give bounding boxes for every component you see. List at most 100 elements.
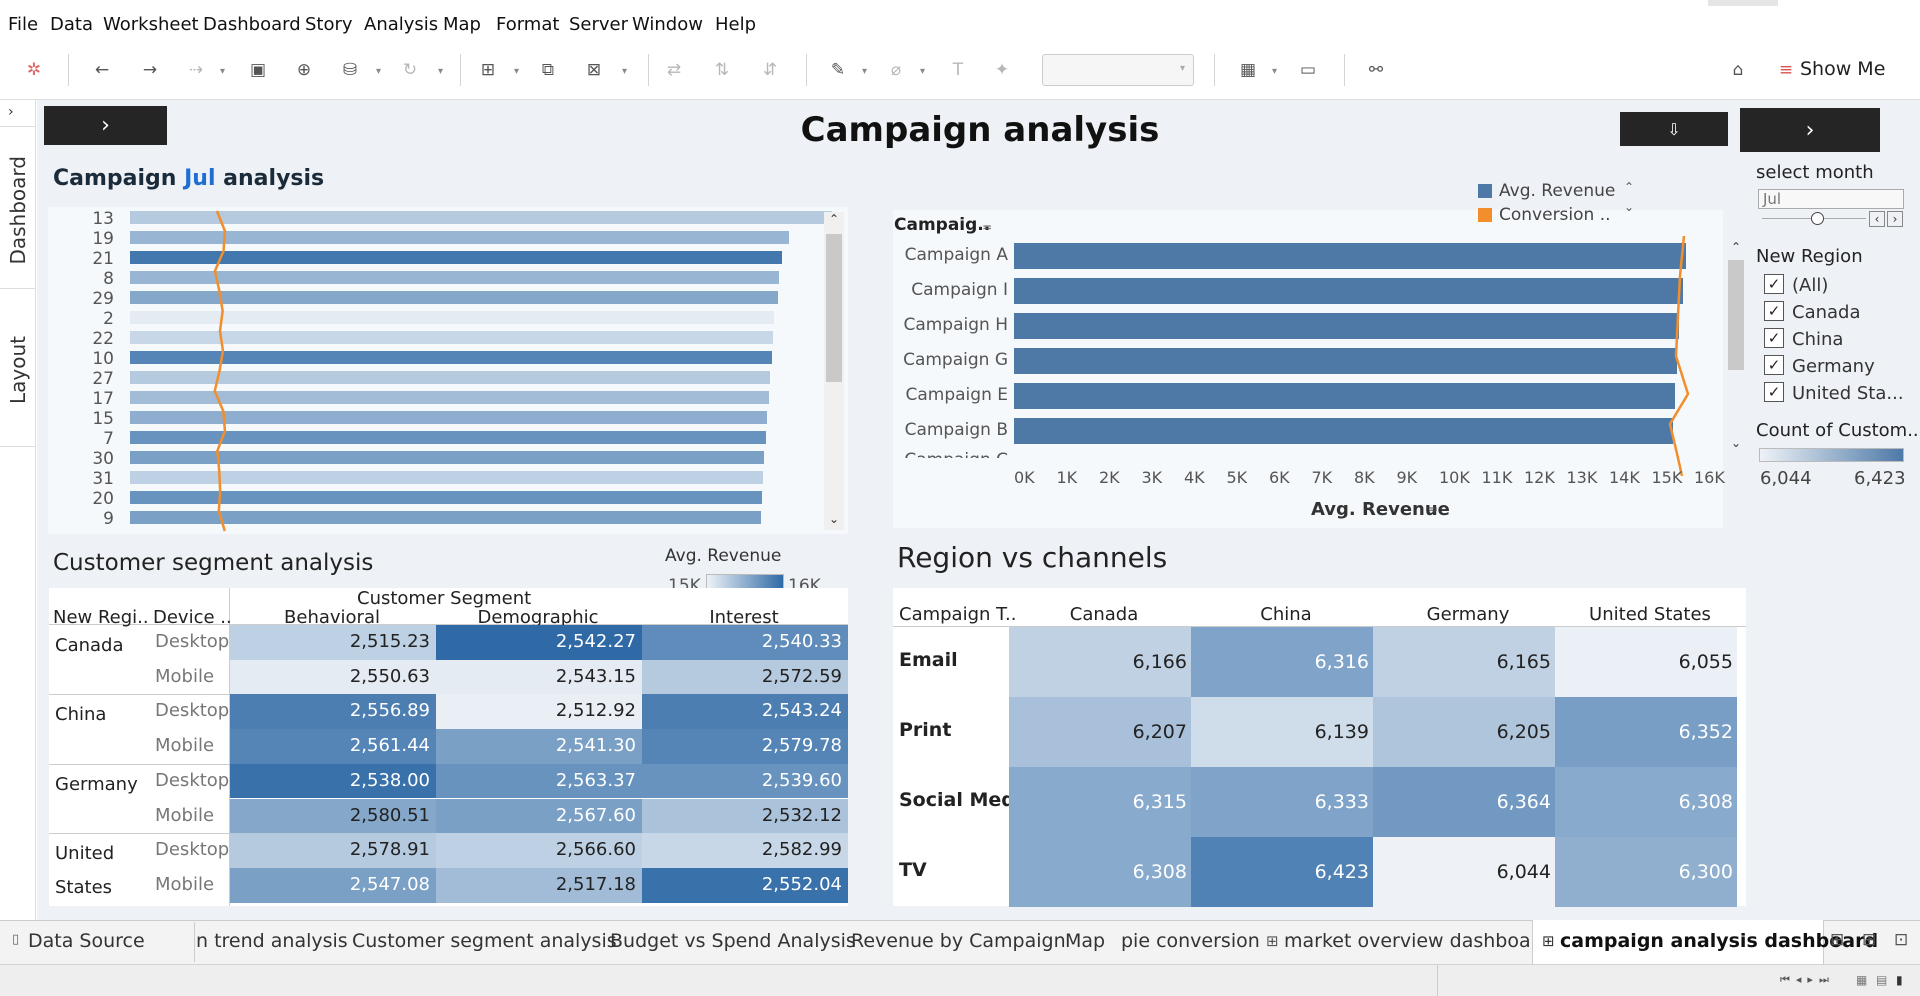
chevron-down-icon[interactable]: ▾ <box>376 66 381 77</box>
campaign-field-header[interactable]: Campaig.. <box>894 215 990 235</box>
segment-cell[interactable]: 2,552.04 <box>642 867 848 903</box>
tab-customer-segment-analysis[interactable]: Customer segment analysis <box>352 930 617 952</box>
segment-cell[interactable]: 2,543.24 <box>642 694 848 730</box>
menu-file[interactable]: File <box>8 14 38 35</box>
menu-help[interactable]: Help <box>715 14 756 35</box>
chevron-down-icon[interactable]: ▾ <box>862 66 867 77</box>
region-channel-cell[interactable]: 6,166 <box>1009 627 1191 697</box>
grid-view-icon[interactable]: ▦ <box>1856 973 1867 987</box>
segment-cell[interactable]: 2,567.60 <box>436 798 642 834</box>
segment-cell[interactable]: 2,517.18 <box>436 867 642 903</box>
revenue-bar[interactable] <box>1014 418 1673 444</box>
legend-scroll-up-icon[interactable]: ⌃ <box>1624 180 1634 194</box>
region-channel-cell[interactable]: 6,316 <box>1191 627 1373 697</box>
checkbox[interactable]: ✓ <box>1764 355 1784 375</box>
region-channel-cell[interactable]: 6,205 <box>1373 697 1555 767</box>
region-col-header[interactable]: Canada <box>1013 604 1195 625</box>
checkbox[interactable]: ✓ <box>1764 274 1784 294</box>
segment-cell[interactable]: 2,578.91 <box>230 833 436 868</box>
menu-server[interactable]: Server <box>569 14 628 35</box>
tab-data-source[interactable]: Data Source <box>28 930 145 952</box>
tab-pie-conversion[interactable]: pie conversion <box>1121 930 1260 952</box>
region-col-header[interactable]: Campaign T.. <box>899 604 1017 625</box>
revenue-bar[interactable] <box>1014 383 1675 409</box>
pin-icon[interactable]: ✦ <box>990 58 1014 82</box>
region-channel-cell[interactable]: 6,308 <box>1555 767 1737 837</box>
revenue-bar[interactable] <box>1014 313 1680 339</box>
segment-cell[interactable]: 2,563.37 <box>436 763 642 799</box>
segment-cell[interactable]: 2,512.92 <box>436 694 642 730</box>
checkbox[interactable]: ✓ <box>1764 328 1784 348</box>
segment-cell[interactable]: 2,582.99 <box>642 833 848 868</box>
next-nav-button[interactable]: › <box>1740 108 1880 152</box>
checkbox[interactable]: ✓ <box>1764 301 1784 321</box>
region-channel-cell[interactable]: 6,165 <box>1373 627 1555 697</box>
new-story-tab-icon[interactable]: ⊡ <box>1894 930 1908 950</box>
sort-icon[interactable]: ≂ <box>1428 502 1438 516</box>
revenue-bar[interactable] <box>1014 243 1686 269</box>
show-me-icon[interactable]: ≡ <box>1774 58 1798 82</box>
month-slider-handle[interactable] <box>1811 212 1824 225</box>
highlight-icon[interactable]: ✎ <box>826 58 850 82</box>
new-worksheet-icon[interactable]: ⊞ <box>476 58 500 82</box>
menu-dashboard[interactable]: Dashboard <box>203 14 301 35</box>
show-me-button[interactable]: Show Me <box>1800 58 1885 80</box>
segment-cell[interactable]: 2,550.63 <box>230 659 436 695</box>
segment-cell[interactable]: 2,556.89 <box>230 694 436 730</box>
region-col-header[interactable]: United States <box>1559 604 1741 625</box>
menu-window[interactable]: Window <box>632 14 703 35</box>
undo-icon[interactable]: ← <box>90 58 114 82</box>
scroll-thumb[interactable] <box>1728 260 1744 370</box>
region-channel-cell[interactable]: 6,139 <box>1191 697 1373 767</box>
filmstrip-view-icon[interactable]: ▤ <box>1876 973 1887 987</box>
menu-data[interactable]: Data <box>50 14 93 35</box>
tableau-logo-icon[interactable]: ✲ <box>22 58 46 82</box>
region-channel-cell[interactable]: 6,300 <box>1555 837 1737 907</box>
scroll-down-icon[interactable]: ⌄ <box>1731 436 1741 450</box>
region-channel-cell[interactable]: 6,207 <box>1009 697 1191 767</box>
region-filter-item[interactable]: China <box>1792 329 1843 350</box>
chevron-down-icon[interactable]: ▾ <box>1272 66 1277 77</box>
refresh-icon[interactable]: ↻ <box>398 58 422 82</box>
revenue-bar[interactable] <box>1014 348 1677 374</box>
chevron-down-icon[interactable]: ▾ <box>920 66 925 77</box>
share-icon[interactable]: ⚯ <box>1364 58 1388 82</box>
region-channel-cell[interactable]: 6,044 <box>1373 837 1555 907</box>
duplicate-icon[interactable]: ⧉ <box>536 58 560 82</box>
new-dashboard-tab-icon[interactable]: ⊞ <box>1862 930 1876 950</box>
legend-scroll-down-icon[interactable]: ⌄ <box>1624 200 1634 214</box>
segment-cell[interactable]: 2,542.27 <box>436 625 642 660</box>
segment-cell[interactable]: 2,566.60 <box>436 833 642 868</box>
segment-col-header[interactable]: New Regi.. <box>53 607 149 628</box>
format-painter-icon[interactable]: ⌂ <box>1726 58 1750 82</box>
segment-cell[interactable]: 2,572.59 <box>642 659 848 695</box>
tab-revenue-by-campaign[interactable]: Revenue by Campaign <box>851 930 1066 952</box>
chevron-down-icon[interactable]: ▾ <box>514 66 519 77</box>
menu-story[interactable]: Story <box>305 14 353 35</box>
datasource-icon[interactable]: ⛁ <box>338 58 362 82</box>
jul-chart-scrollbar[interactable]: ⌃ ⌄ <box>824 212 844 530</box>
tab-map[interactable]: Map <box>1065 930 1105 952</box>
menu-map[interactable]: Map <box>443 14 481 35</box>
tab-budget-vs-spend[interactable]: Budget vs Spend Analysis <box>610 930 856 952</box>
segment-cell[interactable]: 2,538.00 <box>230 763 436 799</box>
region-filter-item[interactable]: United Sta... <box>1792 383 1904 404</box>
segment-cell[interactable]: 2,543.15 <box>436 659 642 695</box>
region-channel-cell[interactable]: 6,423 <box>1191 837 1373 907</box>
month-prev-button[interactable]: ‹ <box>1869 211 1885 227</box>
region-channel-cell[interactable]: 6,364 <box>1373 767 1555 837</box>
region-channel-cell[interactable]: 6,308 <box>1009 837 1191 907</box>
new-worksheet-tab-icon[interactable]: ⊞ <box>1830 930 1844 950</box>
sort-ascending-icon[interactable]: ⇅ <box>710 58 734 82</box>
menu-format[interactable]: Format <box>496 14 559 35</box>
select-month-input[interactable]: Jul <box>1758 189 1904 209</box>
scroll-down-icon[interactable]: ⌄ <box>829 512 839 526</box>
sort-descending-icon[interactable]: ⇵ <box>758 58 782 82</box>
redo-icon[interactable]: → <box>138 58 162 82</box>
menu-worksheet[interactable]: Worksheet <box>103 14 199 35</box>
revenue-bar[interactable] <box>1014 278 1684 304</box>
revenue-chart-scrollbar[interactable]: ⌃ ⌄ <box>1726 240 1746 458</box>
swap-icon[interactable]: ⇄ <box>662 58 686 82</box>
region-col-header[interactable]: China <box>1195 604 1377 625</box>
segment-cell[interactable]: 2,540.33 <box>642 625 848 660</box>
